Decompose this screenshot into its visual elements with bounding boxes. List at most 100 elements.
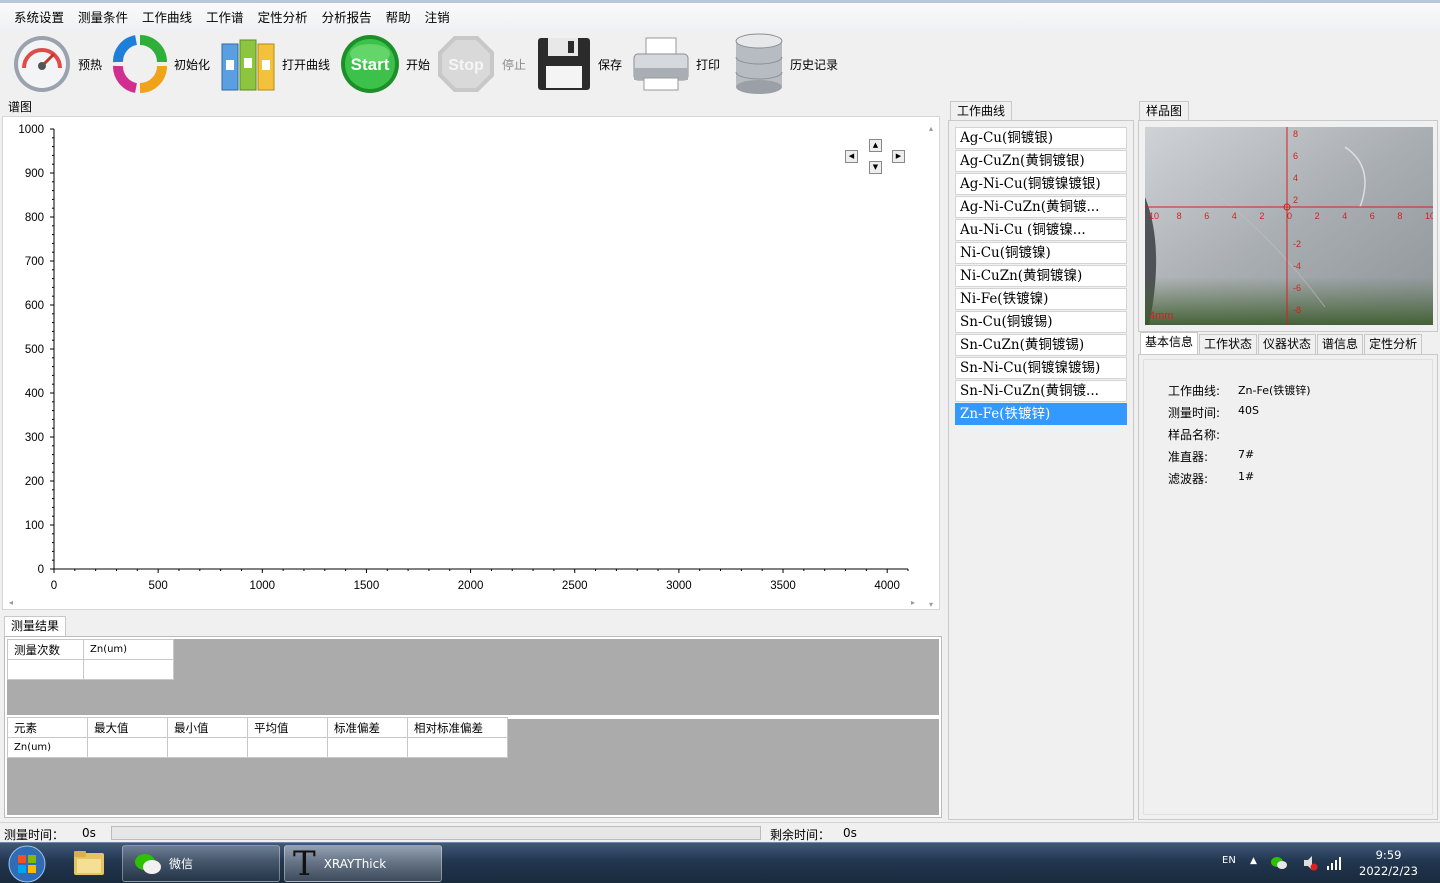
clock-time: 9:59 [1375, 848, 1402, 862]
start-label: 开始 [406, 57, 431, 72]
curve-item[interactable]: Ag-Cu(铜镀银) [955, 127, 1127, 149]
table-cell[interactable] [87, 737, 168, 758]
x-tick-label: 2500 [562, 580, 588, 592]
table-cell[interactable] [83, 659, 174, 680]
volume-muted-icon[interactable] [1302, 855, 1318, 871]
x-tick-label: 1000 [249, 580, 275, 592]
tab-instrument-status[interactable]: 仪器状态 [1258, 334, 1317, 354]
scale-tick-label: 0 [1287, 211, 1292, 221]
col-min: 最小值 [167, 717, 248, 738]
scale-tick-label: 2 [1315, 211, 1320, 221]
scroll-up-icon[interactable]: ▲ [869, 139, 882, 152]
table-cell[interactable] [247, 737, 328, 758]
tab-spectrum-info[interactable]: 谱信息 [1317, 334, 1364, 354]
y-tick-label: 300 [25, 432, 44, 444]
curve-item[interactable]: Ni-Fe(铁镀镍) [955, 288, 1127, 310]
y-tick-label: 700 [25, 256, 44, 268]
col-std-dev: 标准偏差 [327, 717, 408, 738]
curve-item[interactable]: Sn-Ni-Cu(铜镀镍镀锡) [955, 357, 1127, 379]
curve-item[interactable]: Ni-CuZn(黄铜镀镍) [955, 265, 1127, 287]
curves-panel: Ag-Cu(铜镀银) Ag-CuZn(黄铜镀银) Ag-Ni-Cu(铜镀镍镀银) Ag… [948, 120, 1134, 820]
y-tick-label: 0 [38, 564, 44, 576]
x-tick-label: 0 [51, 580, 57, 592]
history-button[interactable]: 历史记录 [734, 32, 838, 96]
menu-work-spectrum[interactable]: 工作谱 [200, 8, 250, 28]
menu-help[interactable]: 帮助 [380, 8, 417, 28]
stop-button[interactable]: Stop 停止 [436, 32, 526, 96]
scale-tick-label: -2 [1293, 239, 1301, 249]
binders-icon [221, 39, 275, 91]
info-key: 工作曲线: [1168, 384, 1221, 398]
results-panel: 测量次数 Zn(um) 元素 最大值 最小值 平均值 标准偏差 相对标准偏差 Z… [4, 636, 942, 818]
x-tick-label: 1500 [354, 580, 380, 592]
tray-expand-icon[interactable]: ▲ [1250, 856, 1257, 866]
scroll-down-icon[interactable]: ▼ [869, 161, 882, 174]
menu-analysis-report[interactable]: 分析报告 [316, 8, 378, 28]
tab-qualitative-analysis[interactable]: 定性分析 [1364, 334, 1423, 354]
file-explorer-button[interactable] [72, 847, 106, 879]
measure-time-value: 0s [82, 826, 96, 840]
spectrum-chart: 0 100 200 300 400 500 600 700 800 900 1000 0 500 1000… [9, 124, 933, 609]
initialize-button[interactable]: 初始化 [112, 32, 210, 96]
x-tick-label: 4000 [874, 580, 900, 592]
clock[interactable]: 9:59 2022/2/23 [1359, 847, 1418, 879]
curve-item[interactable]: Zn-Fe(铁镀锌) [955, 403, 1127, 425]
table-cell[interactable] [7, 659, 84, 680]
info-tabs: 基本信息 工作状态 仪器状态 谱信息 定性分析 [1140, 332, 1423, 354]
open-curve-label: 打开曲线 [282, 57, 331, 72]
curve-item[interactable]: Ag-CuZn(黄铜镀银) [955, 150, 1127, 172]
network-signal-icon[interactable] [1326, 855, 1342, 871]
curves-group-label: 工作曲线 [950, 101, 1013, 121]
y-tick-label: 1000 [18, 124, 44, 136]
curve-item[interactable]: Sn-CuZn(黄铜镀锡) [955, 334, 1127, 356]
results-tab[interactable]: 测量结果 [4, 616, 67, 636]
chart-navigation: ▲ ▼ ◀ ▶ [843, 139, 905, 179]
col-measure-count: 测量次数 [7, 639, 84, 660]
statistics-table: 元素 最大值 最小值 平均值 标准偏差 相对标准偏差 Zn(um) [7, 717, 508, 758]
stop-label: 停止 [502, 57, 527, 72]
curve-item[interactable]: Au-Ni-Cu (铜镀镍... [955, 219, 1127, 241]
tab-basic-info[interactable]: 基本信息 [1140, 332, 1199, 354]
v-scroll-up-icon: ▴ [929, 124, 933, 133]
col-max: 最大值 [87, 717, 168, 738]
scale-label: 4mm [1149, 310, 1173, 322]
print-button[interactable]: 打印 [632, 32, 720, 96]
menu-measure-conditions[interactable]: 测量条件 [72, 8, 134, 28]
language-indicator[interactable]: EN [1222, 855, 1236, 866]
start-menu-button[interactable] [8, 845, 46, 883]
measurement-table: 测量次数 Zn(um) [7, 639, 174, 680]
curve-item[interactable]: Ag-Ni-CuZn(黄铜镀... [955, 196, 1127, 218]
menu-qualitative-analysis[interactable]: 定性分析 [252, 8, 314, 28]
scroll-left-icon[interactable]: ◀ [845, 150, 858, 163]
scale-tick-label: 8 [1397, 211, 1402, 221]
menu-logout[interactable]: 注销 [419, 8, 456, 28]
open-curve-button[interactable]: 打开曲线 [220, 32, 330, 96]
scroll-right-icon[interactable]: ▶ [892, 150, 905, 163]
curve-item[interactable]: Sn-Ni-CuZn(黄铜镀... [955, 380, 1127, 402]
curve-item[interactable]: Ni-Cu(铜镀镍) [955, 242, 1127, 264]
start-button[interactable]: Start 开始 [340, 32, 430, 96]
menu-system-settings[interactable]: 系统设置 [8, 8, 70, 28]
x-tick-label: 3500 [770, 580, 796, 592]
scale-tick-label: -6 [1293, 283, 1301, 293]
sample-camera-image: 10 8 6 4 2 0 2 4 6 8 10 8 6 4 2 -2 -4 -6 -8 4mm [1145, 127, 1433, 325]
wechat-tray-icon[interactable] [1270, 855, 1288, 871]
curve-item[interactable]: Ag-Ni-Cu(铜镀镍镀银) [955, 173, 1127, 195]
save-button[interactable]: 保存 [536, 32, 622, 96]
menu-work-curve[interactable]: 工作曲线 [136, 8, 198, 28]
folder-icon [74, 851, 104, 875]
remaining-time-label: 剩余时间： [770, 828, 831, 842]
tab-work-status[interactable]: 工作状态 [1199, 334, 1258, 354]
preheat-button[interactable]: 预热 [12, 32, 102, 96]
scale-tick-label: 2 [1293, 195, 1298, 205]
menu-bar: 系统设置 测量条件 工作曲线 工作谱 定性分析 分析报告 帮助 注销 [0, 0, 1440, 32]
table-cell[interactable] [167, 737, 248, 758]
database-icon [735, 33, 783, 94]
y-tick-label: 800 [25, 212, 44, 224]
curve-item[interactable]: Sn-Cu(铜镀锡) [955, 311, 1127, 333]
info-row-collimator: 准直器: 7# [1168, 448, 1254, 465]
table-cell[interactable] [327, 737, 408, 758]
xraythick-task-button[interactable]: T XRAYThick [284, 845, 442, 882]
wechat-task-button[interactable]: 微信 [122, 845, 280, 882]
table-cell[interactable] [407, 737, 508, 758]
